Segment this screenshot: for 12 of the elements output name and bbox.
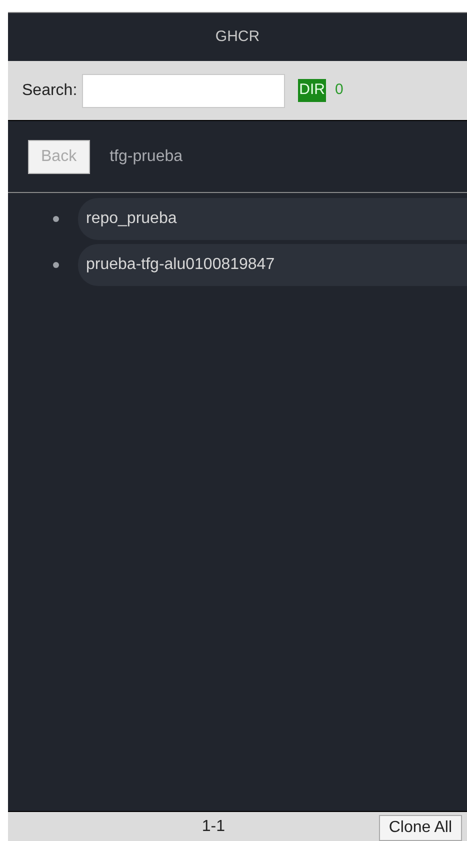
bullet-icon: [53, 262, 59, 268]
repo-item[interactable]: repo_prueba: [78, 198, 467, 240]
dir-badge: DIR: [298, 79, 326, 102]
page-range: 1-1: [200, 816, 226, 836]
app-title: GHCR: [215, 26, 260, 47]
repo-item[interactable]: prueba-tfg-alu0100819847: [78, 244, 467, 286]
search-field[interactable]: [82, 74, 286, 108]
dir-count: 0: [334, 80, 344, 100]
bullet-icon: [53, 216, 59, 222]
current-path: tfg-prueba: [110, 146, 183, 166]
clone-all-button[interactable]: Clone All: [378, 815, 462, 841]
search-label: Search:: [22, 80, 78, 100]
